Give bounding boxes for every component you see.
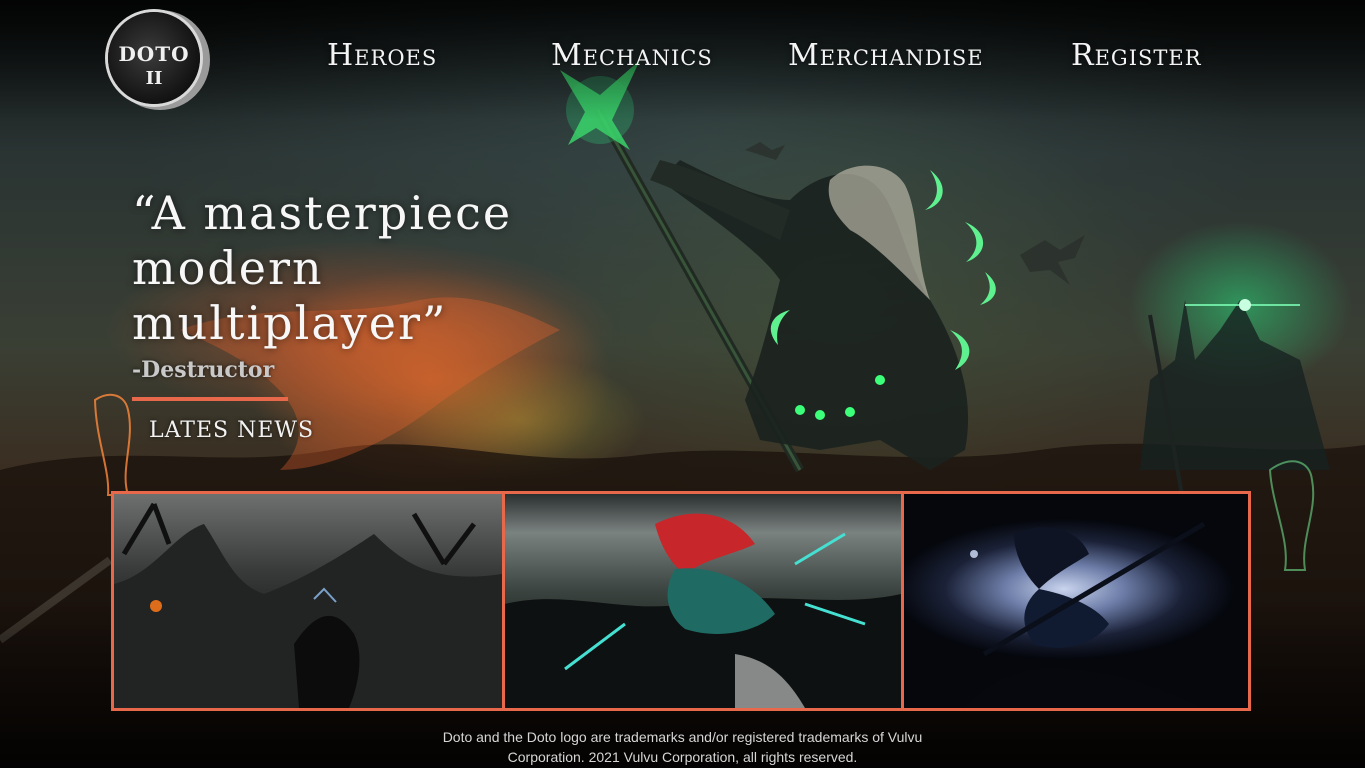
hero-quote-line-1: “A masterpiece: [132, 186, 513, 240]
news-card-1[interactable]: [114, 494, 505, 708]
hero-quote-line-2: modern: [132, 241, 324, 295]
accent-divider: [132, 397, 288, 401]
hero-quote-line-3: multiplayer”: [132, 296, 448, 350]
legal-notice-line-2: Corporation. 2021 Vulvu Corporation, all…: [507, 749, 858, 765]
logo-text-primary: DOTO: [118, 42, 190, 66]
legal-notice: Doto and the Doto logo are trademarks an…: [380, 727, 985, 767]
logo-text-numeral: II: [145, 68, 163, 89]
latest-news-link[interactable]: Lates news: [149, 414, 314, 448]
legal-notice-line-1: Doto and the Doto logo are trademarks an…: [442, 729, 923, 745]
nav-link-merchandise[interactable]: Merchandise: [788, 36, 984, 76]
news-card-1-image: [114, 502, 502, 708]
doto-logo[interactable]: DOTO II: [108, 12, 200, 104]
news-card-2-image: [505, 513, 901, 708]
news-card-3-image: [964, 521, 1206, 708]
nav-link-heroes[interactable]: Heroes: [327, 36, 437, 76]
news-card-3[interactable]: [904, 494, 1248, 708]
news-card-2[interactable]: [505, 494, 904, 708]
hero-quote: “A masterpiece modern multiplayer”: [132, 186, 652, 351]
nav-link-register[interactable]: Register: [1071, 36, 1202, 76]
quote-author: -Destructor: [132, 357, 275, 383]
news-card-strip: [111, 491, 1251, 711]
nav-link-mechanics[interactable]: Mechanics: [551, 36, 713, 76]
